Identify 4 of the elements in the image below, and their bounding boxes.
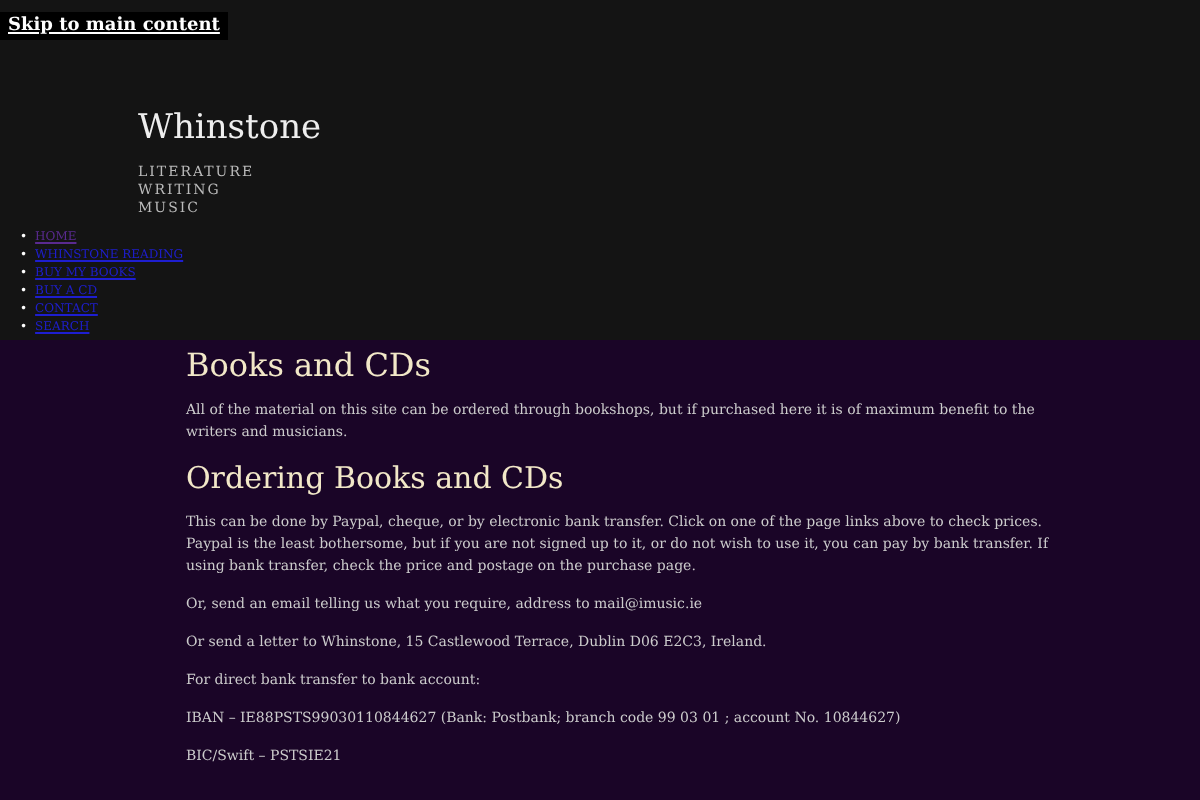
section-heading: Books and CDs <box>186 346 433 384</box>
section-heading: Ordering Books and CDs <box>186 460 566 496</box>
skip-link[interactable]: Skip to main content <box>0 12 228 40</box>
site-title[interactable]: Whinstone <box>138 108 1200 148</box>
